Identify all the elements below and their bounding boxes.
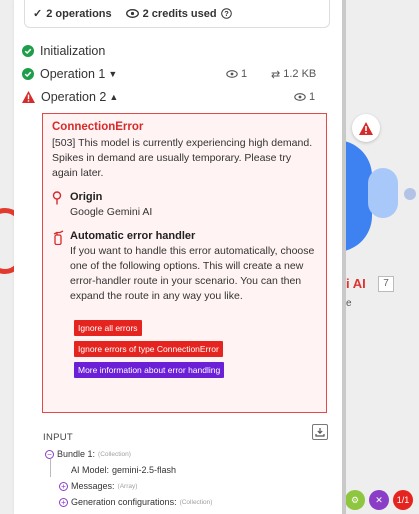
caret-down-icon[interactable]: ▼ — [108, 69, 117, 79]
origin-section: Origin Google Gemini AI — [52, 191, 317, 220]
field-type: (Array) — [117, 482, 138, 490]
status-badge[interactable]: 1/1 — [393, 490, 413, 510]
operation-label: Operation 2 — [41, 90, 107, 104]
error-message: [503] This model is currently experienci… — [52, 137, 313, 179]
tree-node-messages[interactable]: + Messages: (Array) — [59, 481, 137, 491]
bundle-tree-node[interactable]: − Bundle 1: (Collection) — [45, 449, 131, 459]
fire-extinguisher-icon — [53, 230, 64, 246]
credits-icon — [125, 9, 139, 18]
bundle-label: Bundle 1: — [57, 449, 96, 459]
gear-icon[interactable]: ⚙ — [345, 490, 365, 510]
transfer-arrows-icon: ⇄ — [271, 68, 281, 81]
success-check-icon — [22, 45, 34, 57]
origin-heading: Origin — [70, 191, 103, 203]
bundle-icon — [294, 93, 306, 101]
field-value: gemini-2.5-flash — [112, 465, 177, 475]
download-icon[interactable] — [312, 424, 328, 440]
handler-description: If you want to handle this error automat… — [70, 245, 315, 302]
origin-value: Google Gemini AI — [70, 206, 153, 218]
handler-heading: Automatic error handler — [70, 230, 196, 242]
error-handling-info-button[interactable]: More information about error handling — [74, 362, 225, 378]
operations-count: 2 operations — [46, 7, 112, 20]
panel-scrollbar[interactable] — [342, 0, 346, 514]
svg-text:?: ? — [224, 9, 229, 18]
corner-toolbar: ⚙ ✕ 1/1 — [345, 490, 413, 510]
success-check-icon — [22, 68, 34, 80]
operation-row-2[interactable]: Operation 2 ▲ 1 — [22, 88, 327, 106]
tree-connector — [50, 459, 51, 477]
tools-icon[interactable]: ✕ — [369, 490, 389, 510]
caret-up-icon[interactable]: ▲ — [109, 92, 118, 102]
field-label: AI Model: — [71, 465, 110, 475]
error-triangle-icon — [22, 91, 35, 103]
execution-inspector-panel: ✓ 2 operations 2 credits used ? Initiali… — [14, 0, 342, 514]
field-type: (Collection) — [179, 498, 213, 506]
input-heading: INPUT — [43, 432, 73, 443]
error-handler-buttons: Ignore all errors Ignore errors of type … — [74, 318, 317, 381]
bundle-count: 1 — [226, 68, 247, 80]
module-count-badge: 7 — [378, 276, 394, 292]
field-label: Messages: — [71, 481, 115, 491]
ignore-all-errors-button[interactable]: Ignore all errors — [74, 320, 142, 336]
tree-leaf-ai-model: AI Model: gemini-2.5-flash — [71, 465, 176, 475]
module-connector-ring — [368, 168, 398, 218]
credits-used: 2 credits used — [142, 7, 217, 20]
collapse-icon[interactable]: − — [45, 449, 54, 459]
error-title: ConnectionError — [52, 121, 144, 133]
help-icon[interactable]: ? — [220, 8, 232, 19]
tree-node-generation-configurations[interactable]: + Generation configurations: (Collection… — [59, 497, 212, 507]
warning-icon[interactable] — [352, 114, 380, 142]
module-title: i AI — [346, 276, 366, 291]
execution-summary: ✓ 2 operations 2 credits used ? — [24, 0, 330, 28]
error-details-box: ConnectionError [503] This model is curr… — [42, 113, 327, 413]
check-double-icon: ✓ — [33, 8, 43, 20]
module-connector-dot[interactable] — [404, 188, 416, 200]
bundle-count: 1 — [294, 91, 315, 103]
location-pin-icon — [52, 191, 62, 205]
bundle-type: (Collection) — [98, 450, 131, 458]
module-subtitle: e — [346, 298, 352, 309]
error-handler-section: Automatic error handler If you want to h… — [52, 230, 317, 304]
operation-row-initialization[interactable]: Initialization — [22, 42, 327, 60]
operation-label: Initialization — [40, 44, 106, 58]
ignore-errors-of-type-button[interactable]: Ignore errors of type ConnectionError — [74, 341, 223, 357]
bundle-icon — [226, 70, 238, 78]
data-size: ⇄ 1.2 KB — [271, 68, 317, 81]
operation-label: Operation 1 — [40, 67, 106, 81]
field-label: Generation configurations: — [71, 497, 177, 507]
expand-icon[interactable]: + — [59, 481, 68, 491]
expand-icon[interactable]: + — [59, 497, 68, 507]
operation-row-1[interactable]: Operation 1 ▼ 1 ⇄ 1.2 KB — [22, 65, 327, 83]
